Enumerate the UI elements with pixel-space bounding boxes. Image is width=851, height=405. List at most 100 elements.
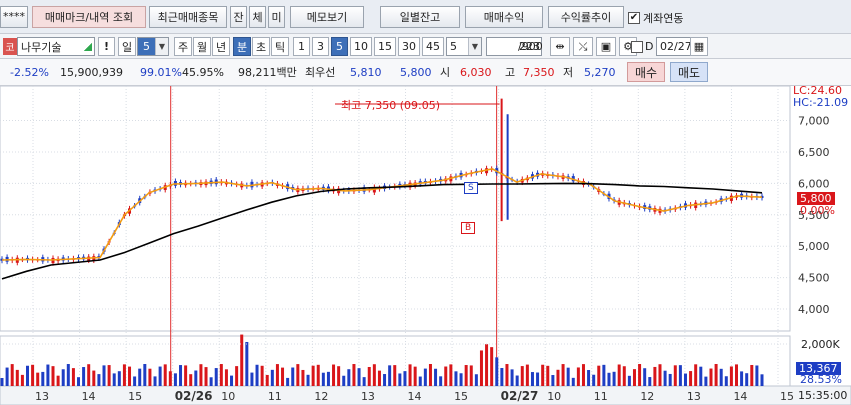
chevron-down-icon[interactable]: ▼ [468,38,481,55]
account-code-field[interactable]: **** [0,5,28,28]
unfilled-button[interactable]: 미 [268,5,285,28]
high-annotation: 최고 7,350 (09:05) [341,99,441,112]
volume-bar [87,364,91,386]
interval-button-30[interactable]: 30 [398,37,420,56]
x-tick-label: 02/27 [501,389,539,403]
volume-bar [138,368,142,386]
trend-tool-icon[interactable]: ⤯ [573,37,593,56]
period-value-select[interactable]: 5 ▼ [137,37,169,56]
buy-button[interactable]: 매수 [627,62,666,82]
ask-best-value: 5,810 [350,65,382,79]
account-link-toggle[interactable]: ✔ 계좌연동 [628,10,683,26]
sell-button[interactable]: 매도 [670,62,709,82]
price-chart[interactable]: 13 14 15 02/26 10 11 12 13 14 15 02/27 10 11 12 13 14 15… [0,85,851,405]
recent-items-button[interactable]: 최근매매종목 [149,5,227,28]
interval-select[interactable]: 5 ▼ [446,37,482,56]
volume-bar [5,367,9,386]
interval-button-3[interactable]: 3 [312,37,329,56]
volume-bar [51,366,55,386]
volume-bar [459,373,463,386]
x-tick-label: 02/26 [175,389,213,403]
y-tick-label: 5,000 [798,240,830,253]
x-tick-label: 14 [733,390,747,403]
period-week-tab[interactable]: 주 [174,37,193,56]
volume-bar [337,366,341,386]
volume-bar [418,376,422,386]
best-quote-label: 최우선 [305,66,336,79]
trade-profit-button[interactable]: 매매수익 [465,5,543,28]
volume-bar [581,364,585,386]
volume-bar [82,367,86,386]
volume-bar [474,374,478,386]
volume-bar [388,365,392,386]
account-link-checkbox[interactable]: ✔ [628,12,640,24]
x-tick-label: 11 [268,390,282,403]
balance-button[interactable]: 잔 [230,5,247,28]
volume-bar [107,365,111,386]
volume-bar [541,364,545,386]
calendar-icon[interactable]: ▦ [690,37,708,56]
volume-bar [352,364,356,386]
volume-bar [444,366,448,386]
trade-mark-button[interactable]: 매매마크/내역 조회 [32,5,146,28]
save-icon[interactable]: ▣ [596,37,616,56]
volume-bar [439,376,443,386]
volume-bar [561,364,565,386]
volume-bar [163,364,167,386]
chevron-down-icon[interactable]: ▼ [155,38,168,55]
volume-bar [316,364,320,386]
volume-bar [571,377,575,386]
volume-bar [168,371,172,386]
interval-button-10[interactable]: 10 [350,37,372,56]
volume-bar [117,371,121,386]
volume-bar [41,371,45,386]
volume-bar [367,366,371,386]
stock-info-button[interactable]: ! [98,37,115,56]
period-year-tab[interactable]: 년 [212,37,231,56]
buy-marker[interactable]: B [461,222,476,234]
date-checkbox[interactable] [631,41,643,53]
volume-bar [704,376,708,386]
period-day-tab[interactable]: 일 [118,37,137,56]
price-chart-area[interactable]: 13 14 15 02/26 10 11 12 13 14 15 02/27 10 11 12 13 14 15… [0,84,851,405]
daily-balance-button[interactable]: 일별잔고 [380,5,460,28]
volume-bar [296,364,300,386]
account-link-label: 계좌연동 [643,12,684,25]
volume-bar [423,368,427,386]
volume-bar [464,365,468,386]
volume-bar [500,368,504,386]
volume-bar [20,374,24,386]
x-tick-label: 14 [82,390,96,403]
drawing-tools-icon[interactable]: ⇹ [550,37,570,56]
unit-minute-tab[interactable]: 분 [233,37,252,56]
stock-name: 나무기술 [21,40,62,54]
unit-tick-tab[interactable]: 틱 [271,37,290,56]
volume-bar [377,370,381,386]
volume-bar [617,364,621,386]
volume-bar [235,366,239,386]
return-trend-button[interactable]: 수익률추이 [548,5,624,28]
volume-bar [347,369,351,386]
volume-bar [209,377,213,386]
volume-bar [597,365,601,386]
interval-button-1[interactable]: 1 [293,37,310,56]
interval-button-45[interactable]: 45 [422,37,444,56]
period-month-tab[interactable]: 월 [193,37,212,56]
volume-bar [179,365,183,386]
low-label: 저 [563,66,574,79]
volume-bar [525,364,529,386]
interval-button-15[interactable]: 15 [374,37,396,56]
volume-bar [270,369,274,386]
volume-bar [153,376,157,386]
stock-selector[interactable]: 나무기술 [17,37,95,56]
fill-button[interactable]: 체 [249,5,266,28]
volume-bar [260,365,264,386]
volume-bar [77,377,81,386]
y-tick-label: 4,000 [798,303,830,316]
volume-bar [326,371,330,386]
sell-marker[interactable]: S [464,182,478,194]
interval-button-5[interactable]: 5 [331,37,348,56]
unit-second-tab[interactable]: 초 [252,37,271,56]
x-tick-label: 14 [408,390,422,403]
memo-button[interactable]: 메모보기 [290,5,364,28]
